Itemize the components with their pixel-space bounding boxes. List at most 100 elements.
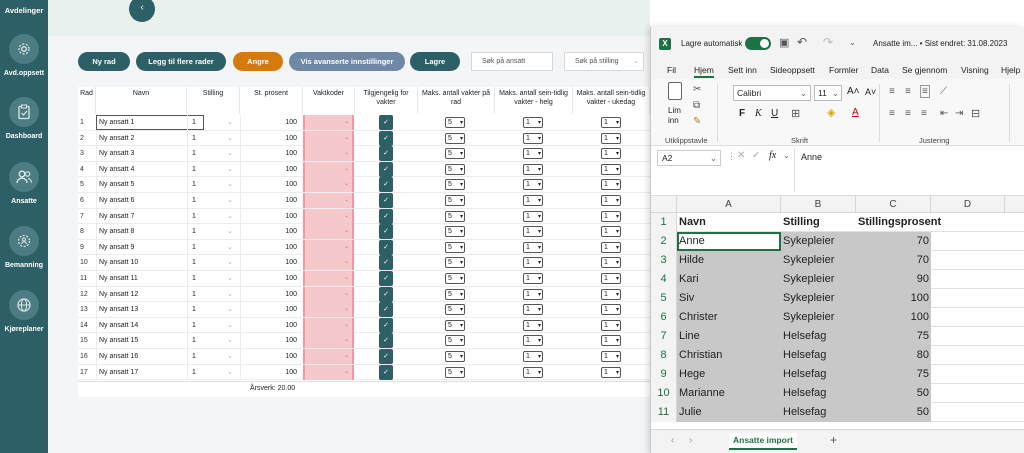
prosent-cell[interactable]: 100 <box>240 130 300 146</box>
column-header-b[interactable]: B <box>781 196 856 213</box>
maks-vakter-select[interactable]: 5 ▾ <box>445 195 465 206</box>
maks-ukedag-select[interactable]: 1 ▾ <box>601 319 621 331</box>
cell-b[interactable]: Sykepleier <box>781 289 856 308</box>
cell-a[interactable]: Siv <box>677 289 781 308</box>
prosent-cell[interactable]: 100 <box>240 333 300 349</box>
search-ansatt-input[interactable]: Søk på ansatt <box>471 52 553 71</box>
header-tilgjengelig[interactable]: Tilgjengelig for vakter <box>355 87 418 114</box>
paste-icon[interactable] <box>668 82 682 100</box>
cell-a[interactable]: Christer <box>677 308 781 327</box>
font-size-select[interactable]: 11 ⌄ <box>814 85 842 101</box>
maks-vakter-select[interactable]: 5 ▾ <box>445 335 465 347</box>
row-number[interactable]: 7 <box>651 327 677 346</box>
maks-ukedag-select[interactable]: 1 ▾ <box>601 273 621 284</box>
prosent-cell[interactable]: 100 <box>240 364 300 380</box>
chevron-down-icon[interactable]: ⌄ <box>227 349 239 364</box>
menu-sideoppsett[interactable]: Sideoppsett <box>770 65 815 75</box>
tilgjengelig-checkbox[interactable]: ✓ <box>379 177 393 193</box>
cell-b[interactable]: Helsefag <box>781 384 856 403</box>
prosent-cell[interactable]: 100 <box>240 255 300 271</box>
header-maks-helg[interactable]: Maks. antall sein-tidlig vakter - helg <box>495 87 573 114</box>
sidebar-item-dashboard[interactable]: Dashboard <box>0 97 48 140</box>
cell-c[interactable]: 75 <box>856 365 931 384</box>
chevron-down-icon[interactable]: ⌄ <box>227 271 239 286</box>
cell-a[interactable]: Hege <box>677 365 781 384</box>
search-stilling-select[interactable]: Søk på stilling ⌄ <box>564 52 644 71</box>
legg-til-flere-rader-button[interactable]: Legg til flere rader <box>136 52 226 71</box>
row-number[interactable]: 8 <box>651 346 677 365</box>
chevron-down-icon[interactable]: ⌄ <box>227 255 239 270</box>
sidebar-item-kjoreplaner[interactable]: Kjøreplaner <box>0 290 48 333</box>
maks-helg-select[interactable]: 1 ▾ <box>523 288 543 300</box>
menu-fil[interactable]: Fil <box>667 65 676 75</box>
menu-sett-inn[interactable]: Sett inn <box>728 65 757 75</box>
redo-icon[interactable]: ↷ <box>823 35 833 49</box>
maks-ukedag-select[interactable]: 1 ▾ <box>601 366 621 378</box>
sidebar-item-ansatte[interactable]: Ansatte <box>0 162 48 205</box>
header-maks-vakter[interactable]: Maks. antall vakter på rad <box>418 87 495 114</box>
cell-a1[interactable]: Navn <box>677 213 781 232</box>
align-right-icon[interactable]: ≡ <box>921 108 927 119</box>
chevron-down-icon[interactable]: ⌄ <box>227 193 239 208</box>
maks-vakter-select[interactable]: 5 ▾ <box>445 148 465 160</box>
maks-helg-select[interactable]: 1 ▾ <box>523 210 543 222</box>
chevron-down-icon[interactable]: ⌄ <box>227 209 239 224</box>
paste-label[interactable]: Lim <box>668 106 681 115</box>
vaktkoder-cell[interactable]: ⌄ <box>303 364 354 380</box>
maks-vakter-select[interactable]: 5 ▾ <box>445 273 465 284</box>
maks-ukedag-select[interactable]: 1 ▾ <box>601 148 621 160</box>
increase-font-icon[interactable]: A˄ <box>847 86 860 97</box>
maks-vakter-select[interactable]: 5 ▾ <box>445 117 465 128</box>
chevron-down-icon[interactable]: ⌄ <box>227 302 239 317</box>
name-box[interactable]: A2 ⌄ <box>657 150 721 166</box>
undo-icon[interactable]: ↶ <box>797 35 807 49</box>
maks-vakter-select[interactable]: 5 ▾ <box>445 163 465 175</box>
maks-helg-select[interactable]: 1 ▾ <box>523 241 543 253</box>
tilgjengelig-checkbox[interactable]: ✓ <box>379 115 393 130</box>
maks-ukedag-select[interactable]: 1 ▾ <box>601 351 621 362</box>
prosent-cell[interactable]: 100 <box>240 193 300 208</box>
cell-a[interactable]: Christian <box>677 346 781 365</box>
maks-vakter-select[interactable]: 5 ▾ <box>445 257 465 269</box>
chevron-down-icon[interactable]: ⌄ <box>227 365 239 380</box>
prosent-cell[interactable]: 100 <box>240 317 300 333</box>
column-header-d[interactable]: D <box>931 196 1005 213</box>
tilgjengelig-checkbox[interactable]: ✓ <box>379 271 393 286</box>
prosent-cell[interactable]: 100 <box>240 115 300 130</box>
ny-rad-button[interactable]: Ny rad <box>78 52 130 71</box>
cell-b[interactable]: Helsefag <box>781 365 856 384</box>
tilgjengelig-checkbox[interactable]: ✓ <box>379 364 393 380</box>
insert-function-icon[interactable]: fx <box>769 150 776 161</box>
vaktkoder-cell[interactable]: ⌄ <box>303 161 354 177</box>
maks-vakter-select[interactable]: 5 ▾ <box>445 210 465 222</box>
prosent-cell[interactable]: 100 <box>240 177 300 193</box>
vaktkoder-cell[interactable]: ⌄ <box>303 317 354 333</box>
indent-icon[interactable]: ⇤ <box>940 108 948 119</box>
tilgjengelig-checkbox[interactable]: ✓ <box>379 130 393 146</box>
chevron-down-icon[interactable]: ⌄ <box>227 162 239 177</box>
prosent-cell[interactable]: 100 <box>240 208 300 224</box>
chevron-down-icon[interactable]: ⌄ <box>227 115 239 130</box>
menu-hjelp[interactable]: Hjelp <box>1001 65 1020 75</box>
align-left-icon[interactable]: ≡ <box>889 108 895 119</box>
cancel-icon[interactable]: ✕ <box>737 150 745 161</box>
vaktkoder-cell[interactable]: ⌄ <box>303 271 354 286</box>
vaktkoder-cell[interactable]: ⌄ <box>303 193 354 208</box>
align-bottom-icon[interactable]: ≡ <box>920 85 930 98</box>
chevron-down-icon[interactable]: ⌄ <box>227 333 239 348</box>
chevron-down-icon[interactable]: ⌄ <box>227 177 239 192</box>
maks-helg-select[interactable]: 1 ▾ <box>523 117 543 128</box>
prosent-cell[interactable]: 100 <box>240 146 300 162</box>
fill-color-icon[interactable]: ◈ <box>827 106 835 119</box>
cell-c[interactable]: 80 <box>856 346 931 365</box>
cell-c[interactable]: 100 <box>856 308 931 327</box>
row-number[interactable]: 3 <box>651 251 677 270</box>
maks-helg-select[interactable]: 1 ▾ <box>523 226 543 238</box>
tilgjengelig-checkbox[interactable]: ✓ <box>379 302 393 318</box>
maks-helg-select[interactable]: 1 ▾ <box>523 335 543 347</box>
cell-c[interactable]: 70 <box>856 232 931 251</box>
vaktkoder-cell[interactable]: ⌄ <box>303 286 354 302</box>
workbook-title[interactable]: Ansatte im... • Sist endret: 31.08.2023 <box>873 39 1007 48</box>
row-number[interactable]: 6 <box>651 308 677 327</box>
underline-icon[interactable]: U <box>771 108 778 119</box>
